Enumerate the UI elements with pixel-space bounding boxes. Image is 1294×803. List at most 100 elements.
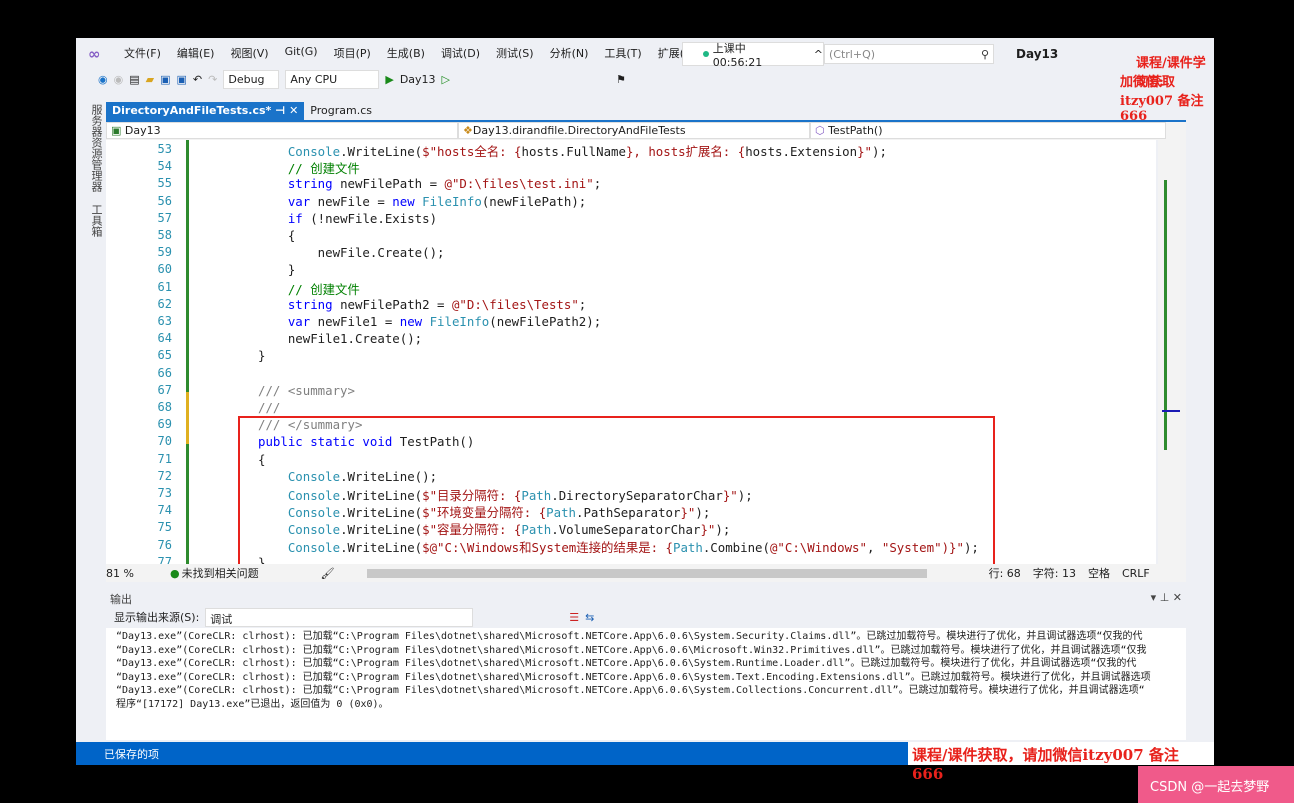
menu-item[interactable]: 测试(S) [488,45,542,61]
line-number: 61 [157,279,172,294]
code-token: /// [258,400,281,415]
status-message: 已保存的项 [104,747,159,761]
line-number: 71 [157,451,172,466]
code-token: @"D:\files\Tests" [451,296,579,312]
class-name: Day13.dirandfile.DirectoryAndFileTests [472,124,686,137]
issues-status[interactable]: 未找到相关问题 [182,565,259,581]
horizontal-scrollbar[interactable] [366,568,927,578]
code-line: // 创建文件 [258,280,360,298]
line-number: 53 [157,142,172,156]
char-number: 字符: 13 [1032,567,1076,580]
code-token: newFilePath = [332,176,445,192]
code-token: hosts.FullName [521,144,626,159]
watermark-bottom: 课程/课件获取，请加微信itzy007 备注666 [908,742,1214,783]
run-button[interactable]: Day13 [400,73,436,86]
menu-item[interactable]: 视图(V) [222,45,276,61]
scrollbar-caret-marker [1162,410,1180,412]
code-token: var [258,314,311,329]
menu-item[interactable]: 工具(T) [596,45,649,61]
menu-item[interactable]: 调试(D) [433,45,488,61]
word-wrap-icon[interactable]: ⇆ [585,611,594,624]
code-line: newFile1.Create(); [258,331,422,346]
undo-icon[interactable]: ↶ [193,73,202,86]
member-name: TestPath() [828,124,883,137]
save-all-icon[interactable]: ▣ [177,73,187,86]
code-line: { [258,228,295,243]
new-project-icon[interactable]: ▤ [129,73,139,86]
code-token: ; [593,176,602,192]
search-input[interactable]: (Ctrl+Q) ⚲ [824,44,994,64]
save-icon[interactable]: ▣ [160,73,170,86]
line-number: 62 [157,296,172,311]
toolbox-tab[interactable]: 工具箱 [90,204,103,237]
class-timer[interactable]: 上课中 00:56:21 ^ [682,42,824,69]
line-number: 75 [157,520,172,535]
line-number: 74 [157,503,172,518]
visual-studio-window: ∞ 文件(F) 编辑(E) 视图(V) Git(G) 项目(P) 生成(B) 调试(D) 测试… [76,38,1214,783]
line-number: 73 [157,486,172,500]
chevron-up-icon[interactable]: ^ [814,48,823,61]
pin-icon[interactable]: ⊣ [275,104,285,117]
menu-item[interactable]: 项目(P) [326,45,379,61]
vs-logo-icon: ∞ [88,45,101,63]
menu-item[interactable]: 文件(F) [116,45,169,61]
code-token: } [258,262,296,278]
line-number: 66 [157,365,172,380]
output-source-select[interactable]: 调试 [205,607,474,627]
clear-all-icon[interactable]: ☰ [569,611,579,624]
indent-mode[interactable]: 空格 [1088,565,1110,581]
code-token: // 创建文件 [258,281,360,297]
line-number: 58 [157,228,172,242]
output-source-label: 显示输出来源(S): [114,611,200,624]
close-icon[interactable]: ✕ [289,104,298,117]
run-without-debug-icon[interactable]: ▷ [442,73,450,86]
menu-item[interactable]: 分析(N) [542,45,597,61]
cleanup-icon[interactable]: 🖌 [321,567,335,580]
line-number: 77 [157,554,172,564]
code-token: (newFilePath2); [489,314,602,329]
output-panel: 输出 ▾ ⊥ ✕ 显示输出来源(S): 调试 ☰ ⇆ “Day13.exe”(Cor… [106,590,1186,740]
vertical-scrollbar[interactable] [1158,140,1186,564]
redo-icon[interactable]: ↷ [208,73,217,86]
menu-item[interactable]: 生成(B) [379,45,433,61]
code-token: ; [578,296,587,312]
line-ending[interactable]: CRLF [1122,567,1150,580]
output-line: “Day13.exe”(CoreCLR: clrhost): 已加载“C:\Pr… [116,644,1147,656]
code-token: if [258,210,303,226]
tab-program[interactable]: Program.cs [304,102,378,120]
output-panel-controls[interactable]: ▾ ⊥ ✕ [1151,591,1182,604]
server-explorer-tab[interactable]: 服务器资源管理器 [90,104,103,192]
code-token: newFile1 = [310,314,400,329]
back-icon[interactable]: ◉ [98,73,108,86]
project-name: Day13 [124,124,161,137]
line-number: 70 [157,434,172,449]
tab-label: DirectoryAndFileTests.cs* [112,104,272,117]
bookmark-icon[interactable]: ⚑ [616,73,626,86]
code-token: hosts.Extension [745,144,858,159]
forward-icon[interactable]: ◉ [114,73,124,86]
search-placeholder: (Ctrl+Q) [829,48,876,61]
document-tabs: DirectoryAndFileTests.cs* ⊣ ✕ Program.cs [106,102,378,120]
configuration-select[interactable]: Debug [223,69,280,89]
zoom-level[interactable]: 81 % [106,567,158,580]
menu-item[interactable]: Git(G) [277,45,326,61]
code-token: } [258,348,266,364]
change-bar [186,140,189,420]
search-icon: ⚲ [980,48,989,61]
class-dropdown[interactable]: ❖Day13.dirandfile.DirectoryAndFileTests [458,122,810,139]
line-number: 65 [157,348,172,363]
output-line: “Day13.exe”(CoreCLR: clrhost): 已加载“C:\Pr… [116,658,1137,669]
run-icon[interactable]: ▶ [385,73,393,86]
tab-directoryandfiletests[interactable]: DirectoryAndFileTests.cs* ⊣ ✕ [106,102,305,120]
code-token: (!newFile.Exists) [302,210,438,226]
output-line: “Day13.exe”(CoreCLR: clrhost): 已加载“C:\Pr… [116,671,1151,683]
open-icon[interactable]: ▰ [146,73,154,86]
project-dropdown[interactable]: ▣ Day13 [106,122,458,139]
menu-item[interactable]: 编辑(E) [169,45,223,61]
platform-select[interactable]: Any CPU [285,69,380,89]
change-bar [186,444,189,564]
line-number: 76 [157,537,172,552]
member-dropdown[interactable]: ⬡ TestPath() [810,122,1166,139]
code-line: if (!newFile.Exists) [258,211,437,226]
code-token: FileInfo [422,193,482,209]
